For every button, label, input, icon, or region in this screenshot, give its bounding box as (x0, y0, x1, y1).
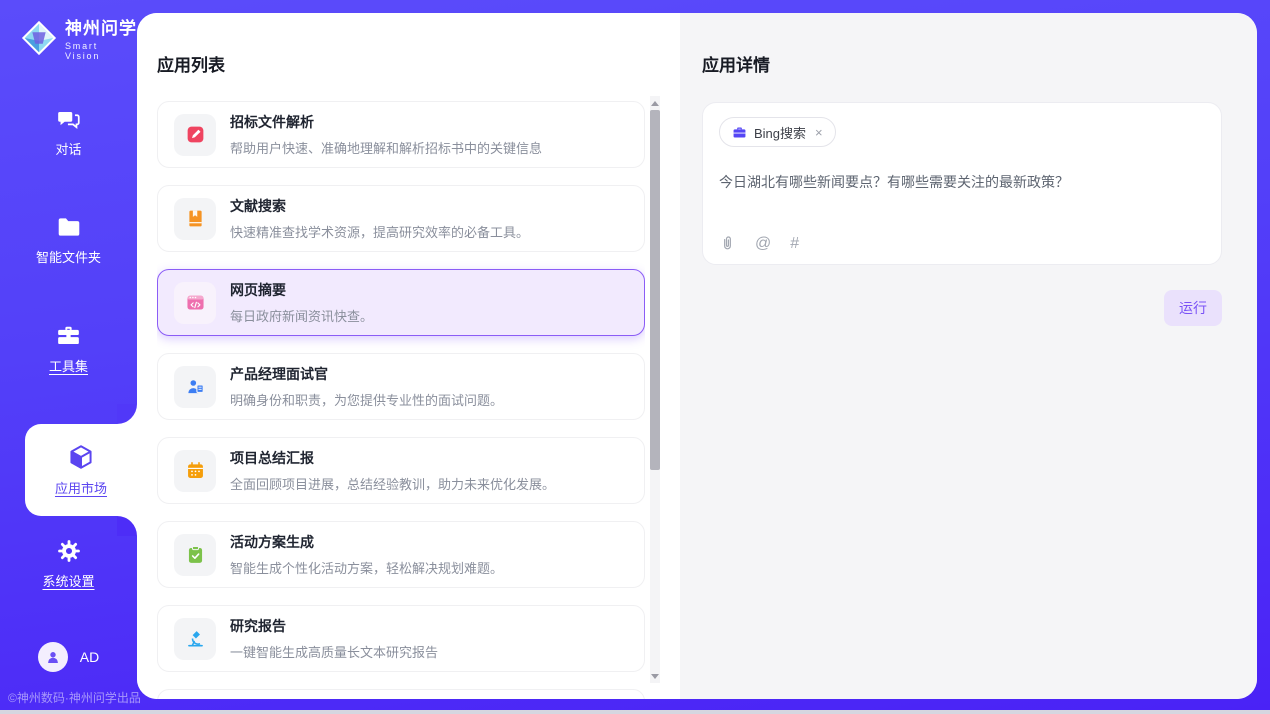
app-card-title: 产品经理面试官 (230, 364, 503, 384)
app-list-panel: 应用列表 招标文件解析帮助用户快速、准确地理解和解析招标书中的关键信息文献搜索快… (137, 13, 680, 699)
sidebar-item-cube[interactable]: 应用市场 (25, 424, 137, 516)
sidebar-item-chat[interactable]: 对话 (0, 100, 137, 164)
sidebar-item-label: 智能文件夹 (36, 247, 101, 266)
bottom-bar (0, 710, 1270, 714)
browser-icon (185, 292, 206, 313)
app-card-title: 网页摘要 (230, 280, 373, 300)
app-card-icon-box (174, 618, 216, 660)
app-card[interactable]: 网页摘要每日政府新闻资讯快查。 (157, 269, 645, 336)
sidebar: 神州问学 Smart Vision 对话智能文件夹工具集应用市场系统设置 AD … (0, 0, 137, 714)
briefcase-icon (732, 125, 747, 140)
app-card[interactable]: 研究报告一键智能生成高质量长文本研究报告 (157, 605, 645, 672)
sidebar-item-toolbox[interactable]: 工具集 (0, 316, 137, 380)
scroll-down-button[interactable] (650, 669, 660, 683)
chat-icon (56, 106, 82, 132)
brand-diamond-icon (20, 19, 58, 57)
paperclip-icon[interactable] (719, 235, 736, 252)
app-card-title: 文献搜索 (230, 196, 529, 216)
app-card-list: 招标文件解析帮助用户快速、准确地理解和解析招标书中的关键信息文献搜索快速精准查找… (157, 93, 645, 699)
app-card-title: 研究报告 (230, 616, 438, 636)
gear-icon (56, 538, 82, 564)
app-card[interactable]: 活动方案生成智能生成个性化活动方案，轻松解决规划难题。 (157, 521, 645, 588)
tool-tag-label: Bing搜索 (754, 123, 806, 142)
toolbox-icon (55, 322, 82, 349)
book-icon (185, 208, 206, 229)
app-card-description: 每日政府新闻资讯快查。 (230, 306, 373, 325)
attachment-toolbar: @ # (719, 235, 799, 252)
app-card-title: 项目总结汇报 (230, 448, 555, 468)
main-content: 应用列表 招标文件解析帮助用户快速、准确地理解和解析招标书中的关键信息文献搜索快… (137, 13, 1257, 699)
query-text[interactable]: 今日湖北有哪些新闻要点？有哪些需要关注的最新政策？ (719, 172, 1205, 193)
app-card-icon-box (174, 282, 216, 324)
query-card: Bing搜索 × 今日湖北有哪些新闻要点？有哪些需要关注的最新政策？ @ # (702, 102, 1222, 265)
clipboard-icon (185, 544, 206, 565)
sidebar-item-label: 系统设置 (42, 571, 94, 590)
app-detail-panel: 应用详情 Bing搜索 × 今日湖北有哪些新闻要点？有哪些需要关注的最新政策？ … (680, 13, 1257, 699)
hash-icon[interactable]: # (790, 236, 799, 252)
app-detail-title: 应用详情 (702, 51, 1222, 76)
app-logo: 神州问学 Smart Vision (20, 14, 137, 61)
app-card[interactable]: 招标文件解析帮助用户快速、准确地理解和解析招标书中的关键信息 (157, 101, 645, 168)
sidebar-item-folder[interactable]: 智能文件夹 (0, 208, 137, 272)
interview-icon (185, 376, 206, 397)
microscope-icon (185, 628, 206, 649)
app-card-icon-box (174, 198, 216, 240)
scroll-up-button[interactable] (650, 96, 660, 110)
cube-icon (67, 443, 95, 471)
tool-tag[interactable]: Bing搜索 × (719, 117, 836, 147)
bubble-notch (117, 404, 137, 424)
triangle-down-icon (651, 674, 659, 679)
triangle-up-icon (651, 101, 659, 106)
app-card-description: 明确身份和职责，为您提供专业性的面试问题。 (230, 390, 503, 409)
calendar-icon (185, 460, 206, 481)
app-card[interactable]: 产品经理面试官明确身份和职责，为您提供专业性的面试问题。 (157, 353, 645, 420)
sidebar-item-label: 应用市场 (55, 478, 107, 497)
folder-icon (56, 214, 82, 240)
sidebar-menu: 对话智能文件夹工具集应用市场系统设置 (0, 100, 137, 596)
app-card-description: 智能生成个性化活动方案，轻松解决规划难题。 (230, 558, 503, 577)
brand-subtitle: Smart Vision (65, 41, 137, 61)
sidebar-item-label: 对话 (55, 139, 81, 158)
app-card[interactable]: 文献搜索快速精准查找学术资源，提高研究效率的必备工具。 (157, 185, 645, 252)
app-card[interactable]: 项目总结汇报全面回顾项目进展，总结经验教训，助力未来优化发展。 (157, 437, 645, 504)
mention-icon[interactable]: @ (755, 236, 771, 252)
app-card-icon-box (174, 534, 216, 576)
user-label: AD (80, 649, 99, 665)
edit-doc-icon (185, 124, 206, 145)
sidebar-item-label: 工具集 (49, 356, 88, 375)
run-button[interactable]: 运行 (1164, 290, 1222, 326)
brand-name: 神州问学 (65, 14, 137, 39)
app-card[interactable]: 教案生成模板驱动，教案秒成，教学准备从此轻松快捷 (157, 689, 645, 699)
copyright-footer: ©神州数码·神州问学出品 (8, 689, 141, 706)
app-card-icon-box (174, 450, 216, 492)
scrollbar[interactable] (650, 96, 660, 683)
close-icon[interactable]: × (815, 125, 823, 140)
app-card-icon-box (174, 114, 216, 156)
sidebar-item-gear[interactable]: 系统设置 (0, 532, 137, 596)
app-card-title: 活动方案生成 (230, 532, 503, 552)
app-card-description: 全面回顾项目进展，总结经验教训，助力未来优化发展。 (230, 474, 555, 493)
avatar (38, 642, 68, 672)
app-card-title: 招标文件解析 (230, 112, 542, 132)
scrollbar-thumb[interactable] (650, 110, 660, 470)
user-row[interactable]: AD (0, 642, 137, 672)
app-card-description: 帮助用户快速、准确地理解和解析招标书中的关键信息 (230, 138, 542, 157)
app-card-description: 快速精准查找学术资源，提高研究效率的必备工具。 (230, 222, 529, 241)
app-list-title: 应用列表 (157, 51, 225, 76)
app-card-description: 一键智能生成高质量长文本研究报告 (230, 642, 438, 661)
app-card-icon-box (174, 366, 216, 408)
